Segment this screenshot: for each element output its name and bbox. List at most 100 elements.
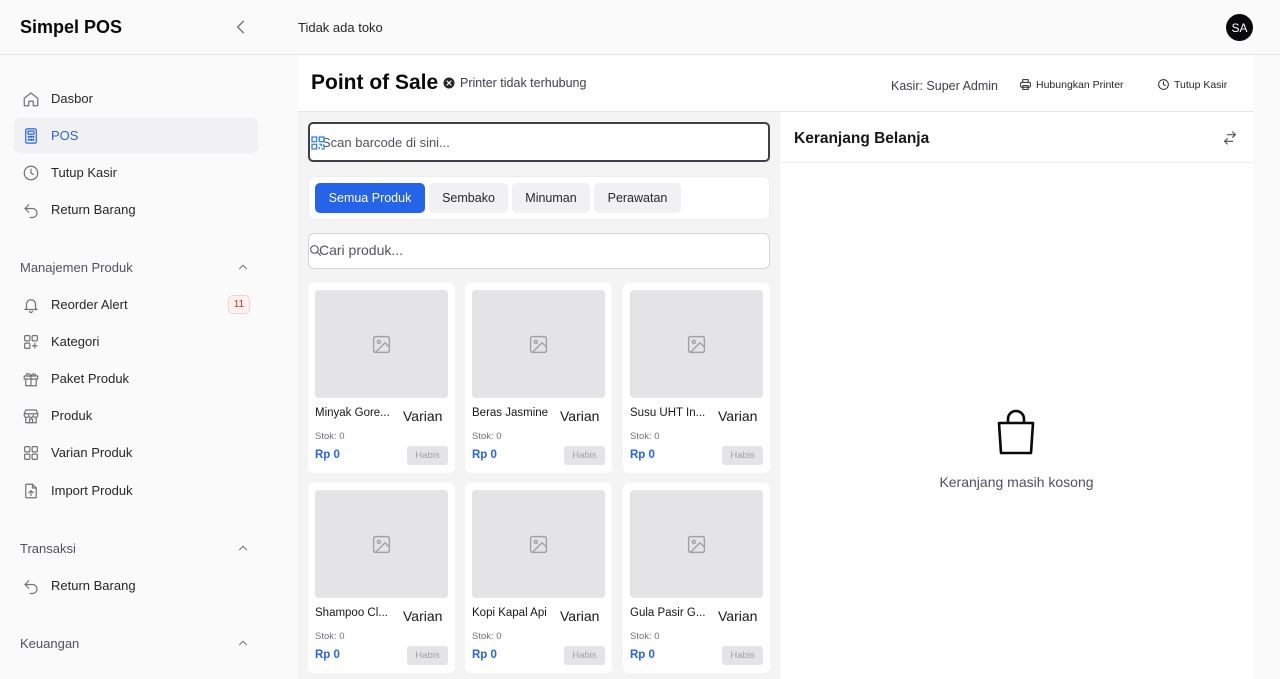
store-selector[interactable]: Tidak ada toko bbox=[298, 20, 383, 35]
chevron-up-icon bbox=[238, 264, 248, 270]
sidebar-item-label: Return Barang bbox=[51, 202, 136, 217]
clock-icon bbox=[23, 165, 39, 180]
connect-printer-label: Hubungkan Printer bbox=[1036, 78, 1124, 91]
product-variant: Varian bbox=[718, 408, 758, 424]
top-bar: Simpel POS Tidak ada toko SA bbox=[0, 0, 1280, 55]
product-stock: Stok: 0 bbox=[472, 431, 502, 442]
product-name: Gula Pasir G... bbox=[630, 607, 706, 619]
image-icon bbox=[687, 335, 706, 353]
product-price: Rp 0 bbox=[472, 649, 497, 661]
product-card[interactable]: Shampoo Cl... Varian Stok: 0 Rp 0 Habis bbox=[308, 483, 455, 673]
product-price: Rp 0 bbox=[630, 649, 655, 661]
section-manajemen-produk[interactable]: Manajemen Produk bbox=[20, 257, 250, 277]
product-variant: Varian bbox=[560, 408, 600, 424]
shopping-cart-panel: Keranjang Belanja Keranjang masih kosong bbox=[780, 112, 1253, 679]
out-of-stock-badge: Habis bbox=[407, 446, 448, 465]
sidebar-item-return-barang-transaksi[interactable]: Return Barang bbox=[14, 568, 258, 603]
product-price: Rp 0 bbox=[315, 449, 340, 461]
swap-icon[interactable] bbox=[1222, 130, 1238, 146]
grid-plus-icon bbox=[24, 334, 38, 349]
product-card[interactable]: Gula Pasir G... Varian Stok: 0 Rp 0 Habi… bbox=[623, 483, 770, 673]
product-card[interactable]: Susu UHT In... Varian Stok: 0 Rp 0 Habis bbox=[623, 283, 770, 473]
bell-icon bbox=[24, 298, 38, 313]
sidebar-item-kategori[interactable]: Kategori bbox=[14, 324, 258, 359]
x-circle-icon bbox=[443, 77, 455, 89]
product-stock: Stok: 0 bbox=[630, 631, 660, 642]
sidebar-item-label: Kategori bbox=[51, 334, 100, 349]
clock-icon bbox=[1158, 79, 1169, 90]
sidebar-item-label: Tutup Kasir bbox=[51, 165, 117, 180]
reorder-count-badge: 11 bbox=[228, 295, 250, 314]
sidebar-item-dasbor[interactable]: Dasbor bbox=[14, 81, 258, 116]
tab-semua-produk[interactable]: Semua Produk bbox=[315, 183, 425, 213]
sidebar-item-return-barang[interactable]: Return Barang bbox=[14, 192, 258, 227]
out-of-stock-badge: Habis bbox=[564, 446, 605, 465]
tab-perawatan[interactable]: Perawatan bbox=[594, 183, 681, 213]
product-image-placeholder bbox=[472, 290, 605, 398]
product-card[interactable]: Minyak Gore... Varian Stok: 0 Rp 0 Habis bbox=[308, 283, 455, 473]
product-name: Minyak Gore... bbox=[315, 407, 390, 419]
product-variant: Varian bbox=[560, 608, 600, 624]
out-of-stock-badge: Habis bbox=[722, 646, 763, 665]
product-stock: Stok: 0 bbox=[315, 431, 345, 442]
sidebar-item-import-produk[interactable]: Import Produk bbox=[14, 473, 258, 508]
grid-icon bbox=[24, 445, 38, 460]
section-title: Transaksi bbox=[20, 540, 76, 556]
cashier-name: Kasir: Super Admin bbox=[891, 79, 998, 93]
sidebar-item-label: Import Produk bbox=[51, 483, 133, 498]
close-register-button[interactable]: Tutup Kasir bbox=[1157, 78, 1227, 91]
product-name: Kopi Kapal Api bbox=[472, 607, 547, 619]
chevron-left-icon bbox=[237, 20, 245, 34]
product-card[interactable]: Beras Jasmine Varian Stok: 0 Rp 0 Habis bbox=[465, 283, 612, 473]
calculator-icon bbox=[25, 127, 37, 144]
user-avatar[interactable]: SA bbox=[1226, 14, 1253, 41]
sidebar-item-reorder-alert[interactable]: Reorder Alert 11 bbox=[14, 287, 258, 322]
cart-title: Keranjang Belanja bbox=[794, 130, 930, 147]
tab-minuman[interactable]: Minuman bbox=[512, 183, 590, 213]
barcode-scan-box bbox=[308, 122, 770, 162]
section-transaksi[interactable]: Transaksi bbox=[20, 538, 250, 558]
file-upload-icon bbox=[25, 483, 37, 498]
product-image-placeholder bbox=[472, 490, 605, 598]
product-image-placeholder bbox=[315, 490, 448, 598]
shopping-bag-icon bbox=[997, 409, 1035, 455]
product-search-box bbox=[308, 233, 770, 269]
section-title: Manajemen Produk bbox=[20, 259, 133, 275]
close-register-label: Tutup Kasir bbox=[1174, 78, 1228, 91]
image-icon bbox=[529, 335, 548, 353]
cart-header: Keranjang Belanja bbox=[780, 112, 1253, 163]
collapse-sidebar-button[interactable] bbox=[231, 17, 251, 37]
out-of-stock-badge: Habis bbox=[722, 446, 763, 465]
sidebar-item-produk[interactable]: Produk bbox=[14, 398, 258, 433]
sidebar-item-label: Dasbor bbox=[51, 91, 93, 106]
product-image-placeholder bbox=[630, 290, 763, 398]
image-icon bbox=[372, 335, 391, 353]
cart-empty-text: Keranjang masih kosong bbox=[939, 474, 1094, 490]
sidebar-item-label: Paket Produk bbox=[51, 371, 130, 386]
connect-printer-button[interactable]: Hubungkan Printer bbox=[1019, 78, 1124, 91]
tab-sembako[interactable]: Sembako bbox=[429, 183, 508, 213]
product-variant: Varian bbox=[718, 608, 758, 624]
image-icon bbox=[529, 535, 548, 553]
sidebar-item-tutup-kasir[interactable]: Tutup Kasir bbox=[14, 155, 258, 190]
section-keuangan[interactable]: Keuangan bbox=[20, 633, 250, 653]
printer-status: Printer tidak terhubung bbox=[443, 76, 586, 90]
barcode-input[interactable] bbox=[322, 134, 752, 150]
product-price: Rp 0 bbox=[630, 449, 655, 461]
image-icon bbox=[687, 535, 706, 553]
sidebar-item-paket-produk[interactable]: Paket Produk bbox=[14, 361, 258, 396]
sidebar-item-label: Return Barang bbox=[51, 578, 136, 593]
sidebar-item-pos[interactable]: POS bbox=[14, 118, 258, 153]
product-name: Shampoo Cl... bbox=[315, 607, 388, 619]
product-price: Rp 0 bbox=[472, 449, 497, 461]
section-title: Keuangan bbox=[20, 635, 80, 651]
product-name: Beras Jasmine bbox=[472, 407, 549, 419]
sidebar-item-varian-produk[interactable]: Varian Produk bbox=[14, 435, 258, 470]
product-name: Susu UHT In... bbox=[630, 407, 706, 419]
qr-code-icon bbox=[311, 136, 325, 150]
printer-status-text: Printer tidak terhubung bbox=[460, 76, 587, 90]
product-variant: Varian bbox=[403, 608, 443, 624]
product-search-input[interactable] bbox=[319, 242, 759, 258]
product-card[interactable]: Kopi Kapal Api Varian Stok: 0 Rp 0 Habis bbox=[465, 483, 612, 673]
product-image-placeholder bbox=[630, 490, 763, 598]
